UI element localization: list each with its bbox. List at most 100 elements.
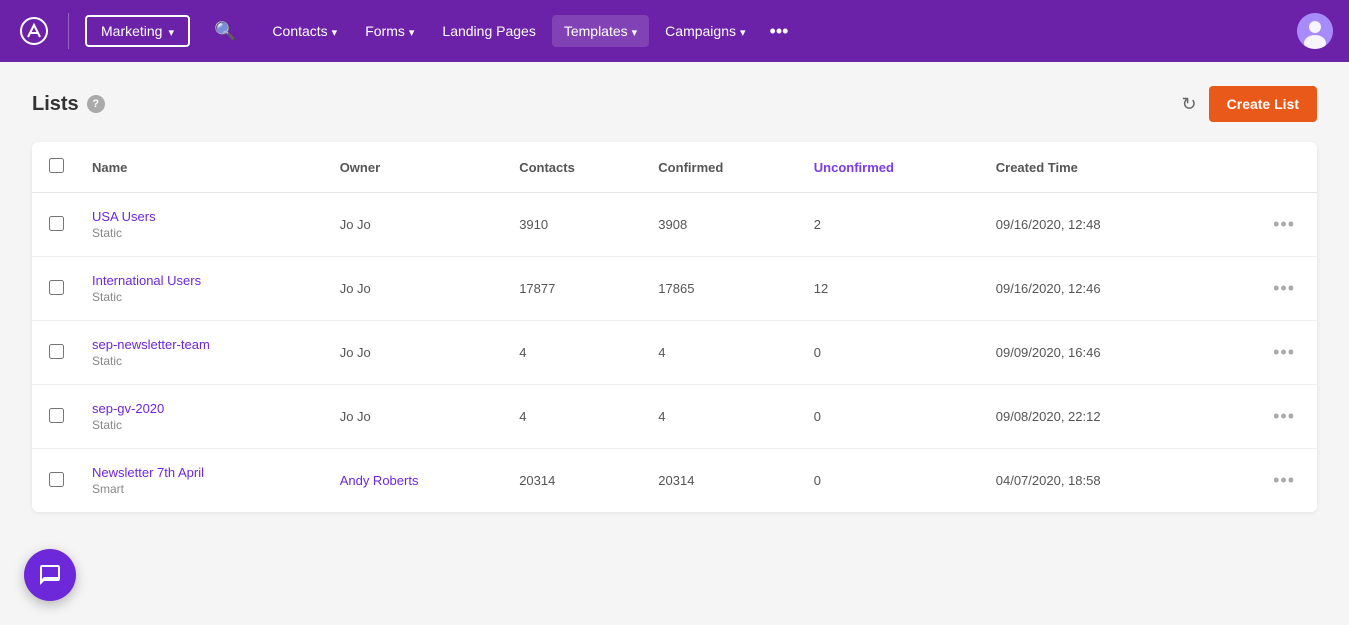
list-name-link[interactable]: International Users (92, 273, 316, 288)
list-name-link[interactable]: sep-gv-2020 (92, 401, 316, 416)
select-all-checkbox[interactable] (49, 158, 64, 173)
row-owner: Jo Jo (328, 385, 508, 449)
user-avatar[interactable] (1297, 13, 1333, 49)
nav-campaigns[interactable]: Campaigns (653, 15, 757, 47)
more-options-button[interactable]: ••• (762, 17, 797, 46)
nav-templates[interactable]: Templates (552, 15, 649, 47)
row-confirmed: 3908 (646, 193, 801, 257)
row-unconfirmed: 0 (802, 321, 984, 385)
lists-table: Name Owner Contacts Confirmed Unconfirme… (32, 142, 1317, 512)
row-actions-cell: ••• (1209, 193, 1317, 257)
row-created-time: 04/07/2020, 18:58 (984, 449, 1209, 513)
row-owner: Jo Jo (328, 321, 508, 385)
row-more-button[interactable]: ••• (1267, 404, 1301, 429)
row-confirmed: 20314 (646, 449, 801, 513)
table-row: Newsletter 7th April Smart Andy Roberts … (32, 449, 1317, 513)
page-header: Lists ? ↻ Create List (32, 86, 1317, 122)
row-checkbox[interactable] (49, 472, 64, 487)
row-created-time: 09/09/2020, 16:46 (984, 321, 1209, 385)
row-checkbox-cell (32, 449, 80, 513)
templates-label: Templates (564, 23, 628, 39)
row-created-time: 09/08/2020, 22:12 (984, 385, 1209, 449)
header-actions: ↻ Create List (1182, 86, 1317, 122)
row-actions-cell: ••• (1209, 321, 1317, 385)
list-name-link[interactable]: sep-newsletter-team (92, 337, 316, 352)
row-unconfirmed: 2 (802, 193, 984, 257)
row-owner: Andy Roberts (328, 449, 508, 513)
row-unconfirmed: 12 (802, 257, 984, 321)
row-owner: Jo Jo (328, 257, 508, 321)
list-type-label: Static (92, 418, 316, 432)
row-more-button[interactable]: ••• (1267, 468, 1301, 493)
nav-links: Contacts Forms Landing Pages Templates C… (260, 15, 796, 47)
row-contacts: 3910 (507, 193, 646, 257)
row-more-button[interactable]: ••• (1267, 212, 1301, 237)
row-unconfirmed: 0 (802, 385, 984, 449)
contacts-chevron-icon (332, 23, 338, 39)
row-more-button[interactable]: ••• (1267, 340, 1301, 365)
help-icon[interactable]: ? (87, 95, 105, 113)
col-created-time: Created Time (984, 142, 1209, 193)
row-name-cell: Newsletter 7th April Smart (80, 449, 328, 513)
marketing-dropdown-button[interactable]: Marketing (85, 15, 190, 47)
table-row: sep-newsletter-team Static Jo Jo 4 4 0 0… (32, 321, 1317, 385)
row-checkbox-cell (32, 385, 80, 449)
row-owner: Jo Jo (328, 193, 508, 257)
table-row: sep-gv-2020 Static Jo Jo 4 4 0 09/08/202… (32, 385, 1317, 449)
row-confirmed: 4 (646, 321, 801, 385)
lists-table-container: Name Owner Contacts Confirmed Unconfirme… (32, 142, 1317, 512)
list-type-label: Static (92, 226, 316, 240)
create-list-button[interactable]: Create List (1209, 86, 1317, 122)
main-content: Lists ? ↻ Create List Name Owner Contact… (0, 62, 1349, 536)
select-all-cell (32, 142, 80, 193)
col-owner: Owner (328, 142, 508, 193)
row-more-button[interactable]: ••• (1267, 276, 1301, 301)
row-checkbox-cell (32, 193, 80, 257)
row-checkbox[interactable] (49, 408, 64, 423)
list-name-link[interactable]: USA Users (92, 209, 316, 224)
row-checkbox[interactable] (49, 344, 64, 359)
row-confirmed: 4 (646, 385, 801, 449)
row-unconfirmed: 0 (802, 449, 984, 513)
top-navigation: Marketing 🔍 Contacts Forms Landing Pages… (0, 0, 1349, 62)
row-actions-cell: ••• (1209, 449, 1317, 513)
row-actions-cell: ••• (1209, 385, 1317, 449)
search-button[interactable]: 🔍 (206, 17, 244, 46)
forms-chevron-icon (409, 23, 415, 39)
row-actions-cell: ••• (1209, 257, 1317, 321)
refresh-button[interactable]: ↻ (1182, 94, 1197, 115)
list-type-label: Smart (92, 482, 316, 496)
row-name-cell: sep-newsletter-team Static (80, 321, 328, 385)
list-type-label: Static (92, 290, 316, 304)
app-logo[interactable] (16, 13, 52, 49)
row-created-time: 09/16/2020, 12:46 (984, 257, 1209, 321)
row-checkbox[interactable] (49, 216, 64, 231)
campaigns-label: Campaigns (665, 23, 736, 39)
marketing-label: Marketing (101, 23, 162, 39)
nav-forms[interactable]: Forms (353, 15, 426, 47)
page-title: Lists (32, 93, 79, 116)
page-title-area: Lists ? (32, 93, 105, 116)
contacts-label: Contacts (272, 23, 327, 39)
list-type-label: Static (92, 354, 316, 368)
row-name-cell: sep-gv-2020 Static (80, 385, 328, 449)
landing-pages-label: Landing Pages (442, 23, 535, 39)
table-header-row: Name Owner Contacts Confirmed Unconfirme… (32, 142, 1317, 193)
col-actions (1209, 142, 1317, 193)
nav-contacts[interactable]: Contacts (260, 15, 349, 47)
row-contacts: 4 (507, 385, 646, 449)
row-checkbox[interactable] (49, 280, 64, 295)
row-checkbox-cell (32, 257, 80, 321)
col-confirmed: Confirmed (646, 142, 801, 193)
campaigns-chevron-icon (740, 23, 746, 39)
row-contacts: 20314 (507, 449, 646, 513)
row-checkbox-cell (32, 321, 80, 385)
col-name: Name (80, 142, 328, 193)
row-contacts: 17877 (507, 257, 646, 321)
nav-landing-pages[interactable]: Landing Pages (430, 15, 547, 47)
list-name-link[interactable]: Newsletter 7th April (92, 465, 316, 480)
col-unconfirmed: Unconfirmed (802, 142, 984, 193)
chat-widget[interactable] (24, 549, 76, 601)
table-row: International Users Static Jo Jo 17877 1… (32, 257, 1317, 321)
table-row: USA Users Static Jo Jo 3910 3908 2 09/16… (32, 193, 1317, 257)
